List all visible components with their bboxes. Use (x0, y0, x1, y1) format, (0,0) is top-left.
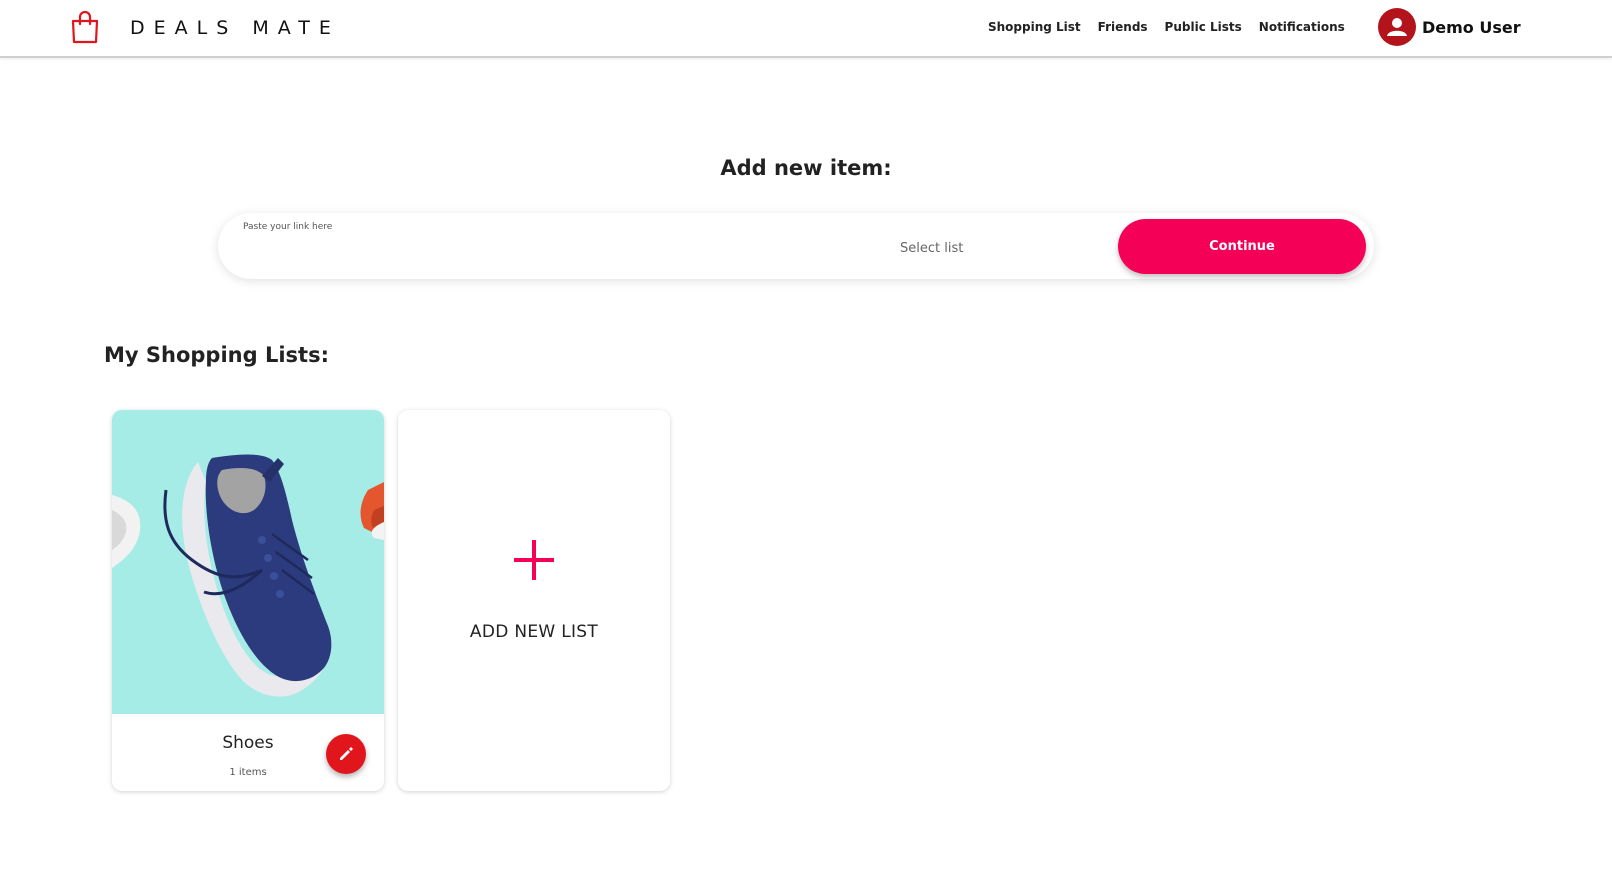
continue-button[interactable]: Continue (1118, 219, 1366, 274)
add-new-list-card[interactable]: ADD NEW LIST (398, 410, 670, 791)
add-item-title: Add new item: (720, 156, 892, 180)
nav-notifications[interactable]: Notifications (1259, 20, 1345, 34)
edit-list-button[interactable] (326, 734, 366, 774)
shopping-lists-title: My Shopping Lists: (104, 343, 329, 367)
user-avatar-icon[interactable] (1378, 8, 1416, 46)
nav-public-lists[interactable]: Public Lists (1165, 20, 1242, 34)
add-new-list-label: ADD NEW LIST (469, 622, 599, 642)
user-name: Demo User (1422, 17, 1521, 37)
plus-icon (514, 540, 554, 580)
pencil-icon (340, 747, 353, 760)
top-navbar: DEALS MATE Shopping List Friends Public … (0, 0, 1612, 58)
nav-friends[interactable]: Friends (1098, 20, 1148, 34)
select-list-value: Select list (900, 240, 964, 256)
brand-name[interactable]: DEALS MATE (130, 17, 340, 39)
select-list-dropdown[interactable]: Select list (880, 233, 1324, 263)
user-menu[interactable]: Demo User (1378, 8, 1521, 46)
shoe-image (112, 410, 384, 714)
link-input[interactable] (240, 237, 840, 267)
shopping-bag-icon[interactable] (70, 10, 100, 44)
link-input-label: Paste your link here (243, 222, 333, 232)
main-nav: Shopping List Friends Public Lists Notif… (988, 20, 1362, 34)
add-item-bar: Paste your link here Select list Continu… (218, 213, 1374, 279)
nav-shopping-list[interactable]: Shopping List (988, 20, 1081, 34)
